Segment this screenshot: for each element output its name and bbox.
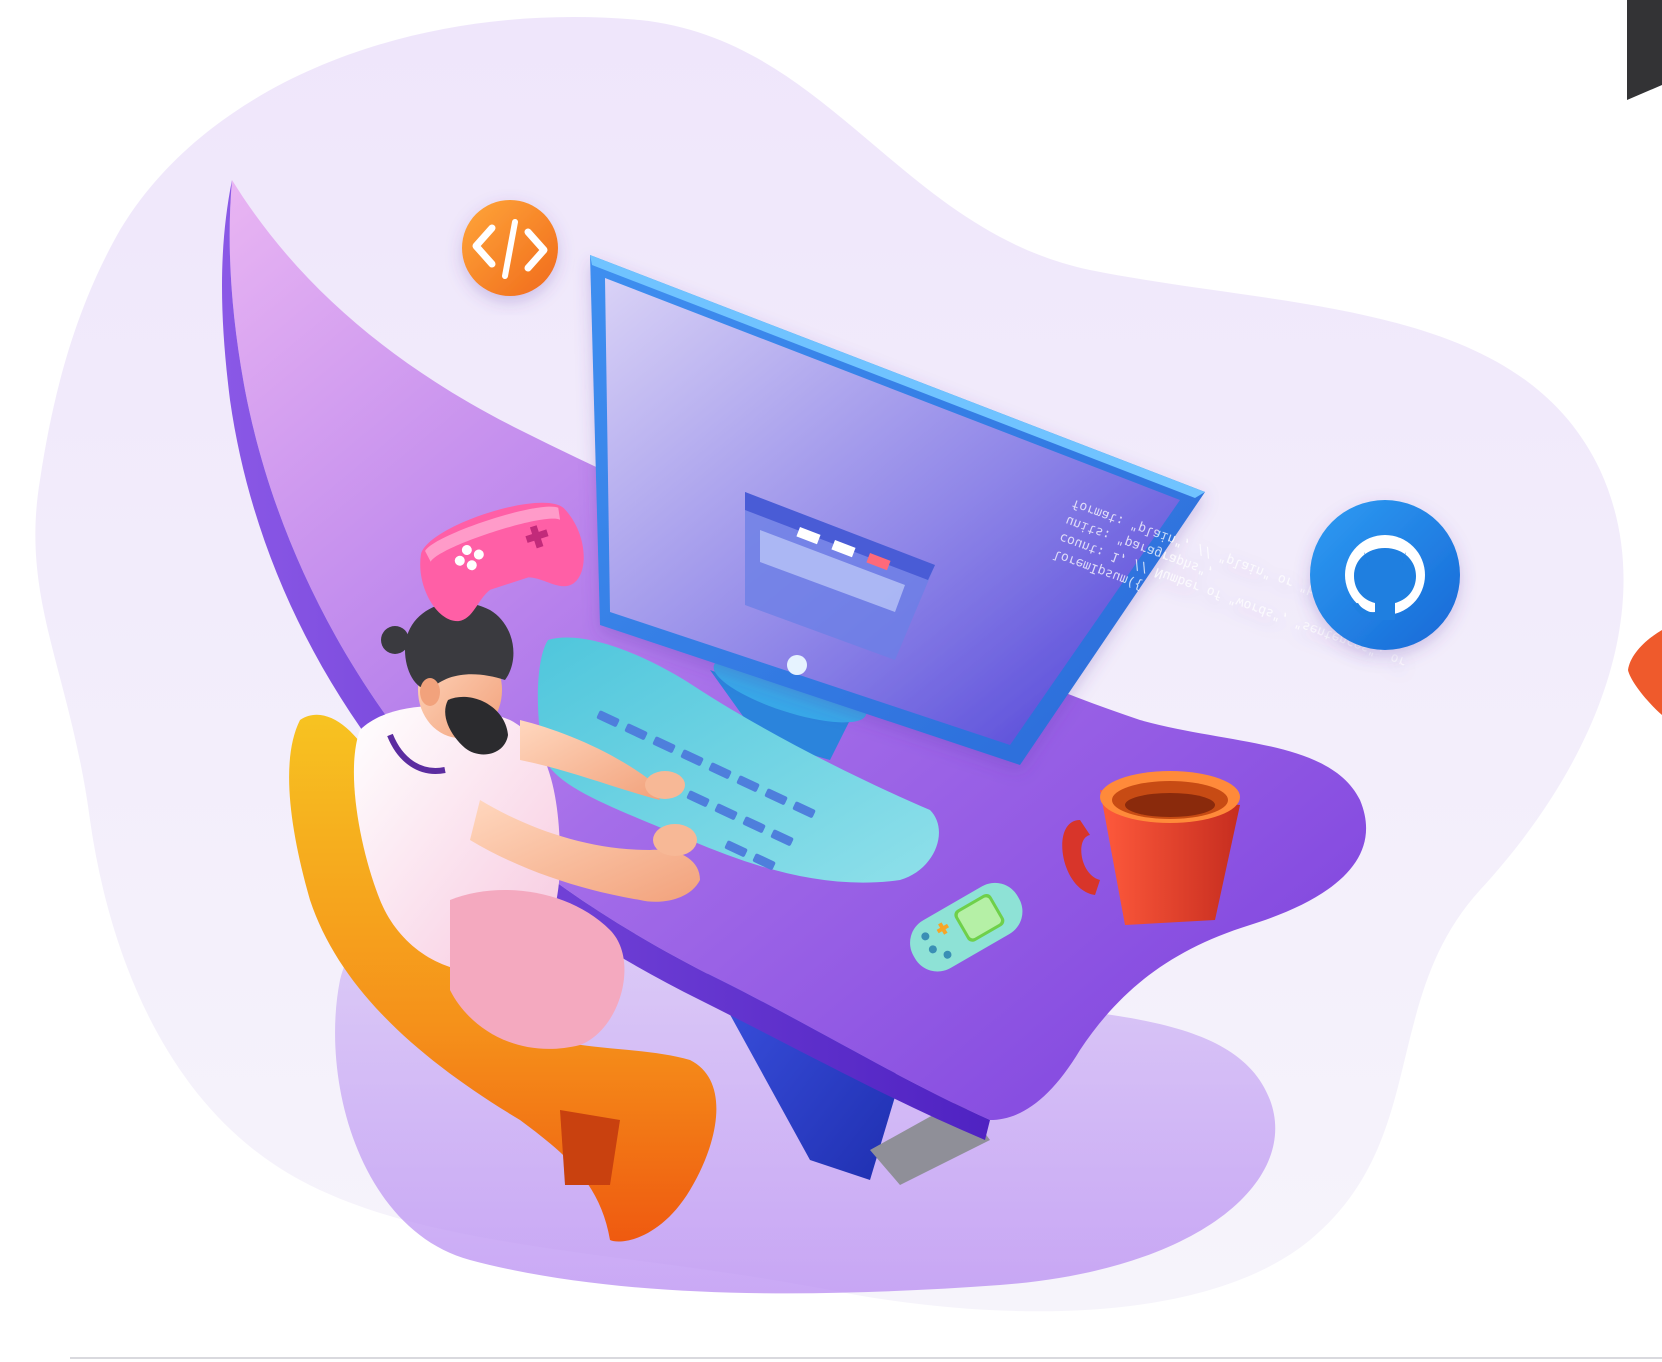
chair-leg (560, 1110, 620, 1185)
bottom-divider (70, 1357, 1662, 1359)
developer-illustration: loremIpsum({ count: 1, // Number of "wor… (35, 0, 1662, 1312)
page: loremIpsum({ count: 1, // Number of "wor… (0, 0, 1662, 1362)
edge-orange-card (1628, 630, 1662, 715)
code-icon (462, 200, 558, 296)
github-icon (1310, 500, 1460, 650)
edge-dark-card (1627, 0, 1662, 100)
